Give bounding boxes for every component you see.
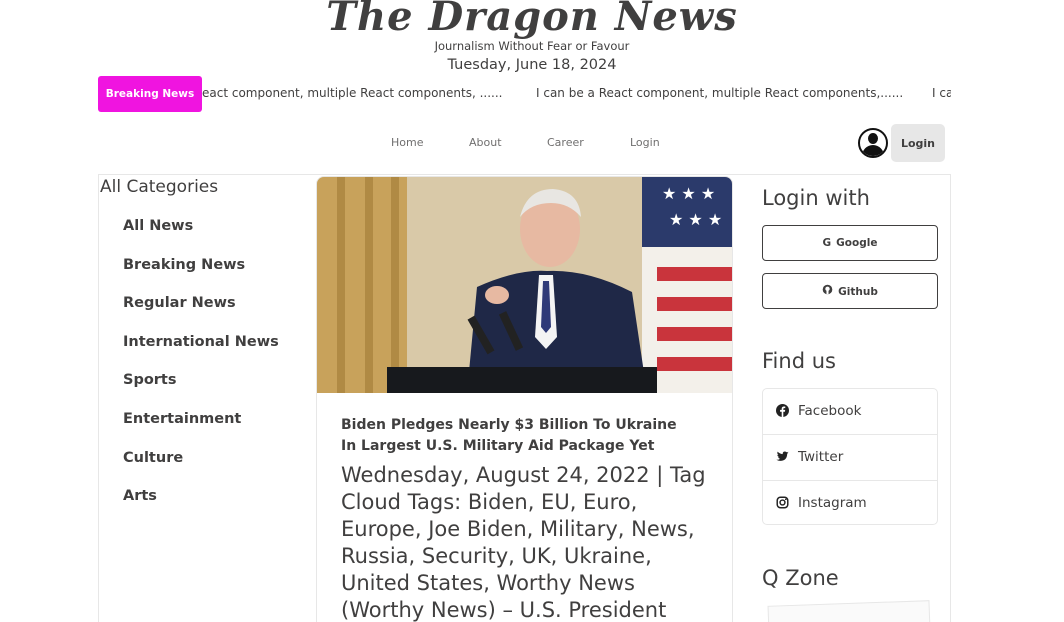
article-title[interactable]: Biden Pledges Nearly $3 Billion To Ukrai… (341, 415, 691, 457)
category-item-international-news[interactable]: International News (123, 331, 279, 370)
category-list: All News Breaking News Regular News Inte… (123, 215, 279, 524)
nav-login-link[interactable]: Login (630, 136, 660, 149)
flag-stripe (657, 357, 732, 371)
breaking-news-button[interactable]: Breaking News (98, 76, 202, 112)
github-login-label: Github (838, 286, 878, 298)
flag-stripe (657, 297, 732, 311)
ticker-item[interactable]: I can be a React component, multiple Rea… (536, 86, 903, 100)
category-item-regular-news[interactable]: Regular News (123, 292, 279, 331)
news-card[interactable]: ★ ★ ★ ★ ★ ★ Biden Pledges Nearly $3 Bill… (316, 176, 733, 622)
speaker-hand (485, 286, 509, 304)
github-icon-svg (822, 284, 833, 295)
google-login-button[interactable]: G Google (762, 225, 938, 261)
instagram-icon (776, 496, 789, 509)
news-card-image[interactable]: ★ ★ ★ ★ ★ ★ (317, 177, 732, 393)
facebook-label: Facebook (798, 403, 862, 419)
login-with-title: Login with (762, 186, 870, 210)
twitter-icon (776, 451, 789, 461)
article-description: Wednesday, August 24, 2022 | Tag Cloud T… (341, 463, 706, 622)
category-item-arts[interactable]: Arts (123, 485, 279, 524)
curtain-fold (337, 177, 345, 393)
ticker-marquee[interactable]: eact component, multiple React component… (202, 76, 951, 112)
avatar-body-shape (862, 145, 884, 156)
news-photo-illustration: ★ ★ ★ ★ ★ ★ (317, 177, 732, 393)
category-item-sports[interactable]: Sports (123, 369, 279, 408)
ticker-item[interactable]: I ca (932, 86, 951, 100)
user-avatar-icon[interactable] (858, 128, 888, 158)
google-login-label: Google (836, 237, 878, 249)
google-icon: G (822, 237, 832, 249)
twitter-link[interactable]: Twitter (763, 434, 937, 479)
category-item-all-news[interactable]: All News (123, 215, 279, 254)
curtain-fold (365, 177, 373, 393)
login-button[interactable]: Login (891, 124, 945, 162)
site-logo[interactable]: The Dragon News (0, 0, 1064, 42)
flag-stars: ★ ★ ★ (662, 184, 715, 203)
facebook-icon (776, 404, 789, 417)
github-login-button[interactable]: Github (762, 273, 938, 309)
category-item-breaking-news[interactable]: Breaking News (123, 254, 279, 293)
flag-stripe (657, 327, 732, 341)
nav-home-link[interactable]: Home (391, 136, 423, 149)
news-ticker: Breaking News eact component, multiple R… (98, 76, 951, 112)
avatar-head-shape (868, 133, 878, 144)
nav-career-link[interactable]: Career (547, 136, 584, 149)
flag-stripe (657, 267, 732, 281)
category-item-culture[interactable]: Culture (123, 447, 279, 486)
twitter-label: Twitter (798, 449, 844, 465)
social-links: Facebook Twitter Instagram (762, 388, 938, 525)
flag-stars: ★ ★ ★ (669, 210, 722, 229)
tagline: Journalism Without Fear or Favour (434, 39, 630, 53)
find-us-title: Find us (762, 349, 836, 373)
curtain-fold (391, 177, 399, 393)
q-zone-title: Q Zone (762, 566, 839, 590)
instagram-label: Instagram (798, 495, 867, 511)
github-icon (822, 284, 833, 298)
category-item-entertainment[interactable]: Entertainment (123, 408, 279, 447)
current-date: Tuesday, June 18, 2024 (447, 57, 617, 73)
facebook-link[interactable]: Facebook (763, 389, 937, 434)
nav-about-link[interactable]: About (469, 136, 502, 149)
categories-title: All Categories (100, 177, 219, 197)
ticker-item[interactable]: eact component, multiple React component… (202, 86, 503, 100)
instagram-link[interactable]: Instagram (763, 480, 937, 525)
podium (387, 367, 657, 393)
